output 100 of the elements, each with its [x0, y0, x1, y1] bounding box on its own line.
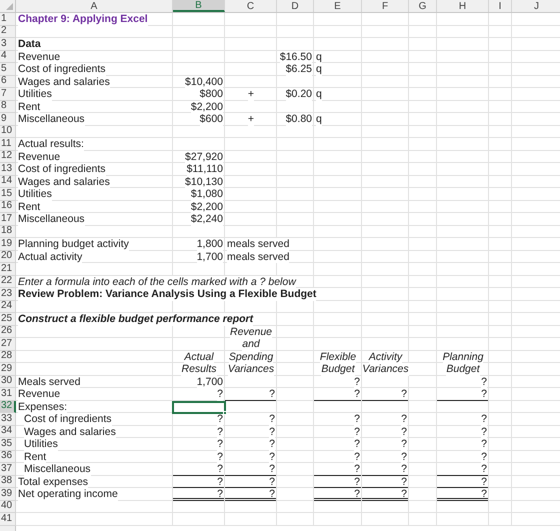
cell-text: Rent: [24, 450, 46, 463]
cell-text: $2,200: [190, 100, 223, 113]
cell-text: $2,200: [190, 200, 223, 213]
cell-text: ?: [401, 426, 407, 438]
row-header[interactable]: 37: [0, 463, 16, 476]
row-header[interactable]: 16: [0, 200, 16, 213]
cell-text: Revenue: [18, 150, 60, 163]
row-header[interactable]: 30: [0, 376, 16, 388]
cell-text: $10,400: [185, 76, 223, 88]
row-header[interactable]: 21: [0, 263, 16, 276]
cell-text: ?: [481, 450, 487, 463]
column-header[interactable]: C: [225, 0, 277, 12]
row-header[interactable]: 18: [0, 226, 16, 238]
cell-text: ?: [354, 438, 360, 450]
cell-text: Miscellaneous: [18, 113, 85, 126]
row-header[interactable]: 9: [0, 113, 16, 126]
cell-text: Cost of ingredients: [18, 163, 106, 176]
row-header[interactable]: 31: [0, 388, 16, 400]
cell-text: ?: [354, 450, 360, 463]
row-header[interactable]: 26: [0, 326, 16, 338]
row-header[interactable]: 10: [0, 126, 16, 138]
column-header[interactable]: J: [512, 0, 560, 12]
cell-text: ?: [481, 426, 487, 438]
cell-text: +: [248, 113, 254, 126]
row-header[interactable]: 7: [0, 88, 16, 100]
row-header[interactable]: 8: [0, 100, 16, 113]
cell-text: meals served: [227, 238, 290, 250]
cell-text: ?: [354, 376, 360, 388]
cell-text: ?: [269, 438, 275, 450]
cell-text: ?: [401, 413, 407, 426]
cell-text: $0.80: [286, 113, 312, 126]
row-header[interactable]: 2: [0, 26, 16, 38]
cell-text: Revenue: [18, 50, 60, 63]
cell-text: Actual activity: [18, 250, 82, 263]
row-header[interactable]: 33: [0, 413, 16, 426]
cell-text: ?: [401, 450, 407, 463]
cell-text: Net operating income: [18, 488, 118, 500]
cell-text: $800: [200, 88, 223, 100]
row-header[interactable]: 23: [0, 288, 16, 300]
row-header[interactable]: 22: [0, 276, 16, 288]
row-header[interactable]: 6: [0, 76, 16, 88]
cell-text: q: [316, 63, 322, 76]
row-header[interactable]: 19: [0, 238, 16, 250]
column-header[interactable]: B: [173, 0, 225, 12]
column-header[interactable]: D: [277, 0, 314, 12]
row-header[interactable]: 41: [0, 513, 16, 526]
cell-text: $6.25: [286, 63, 312, 76]
column-header[interactable]: G: [409, 0, 437, 12]
row-header[interactable]: 17: [0, 213, 16, 226]
row-header[interactable]: 36: [0, 450, 16, 463]
cell-text: Budget: [321, 363, 355, 376]
row-header[interactable]: 32: [0, 400, 16, 413]
row-header[interactable]: 15: [0, 188, 16, 200]
cell-text: $10,130: [185, 176, 223, 188]
cell-text: Meals served: [18, 376, 80, 388]
row-header[interactable]: 38: [0, 476, 16, 488]
cell-text: 1,700: [196, 376, 223, 388]
cell-text: Miscellaneous: [18, 213, 85, 226]
cell-text: ?: [269, 450, 275, 463]
row-header[interactable]: 28: [0, 350, 16, 363]
column-header[interactable]: I: [489, 0, 512, 12]
row-header[interactable]: 20: [0, 250, 16, 263]
cell-text: ?: [481, 413, 487, 426]
row-header[interactable]: 40: [0, 500, 16, 513]
column-header[interactable]: E: [314, 0, 362, 12]
cell-text: ?: [481, 438, 487, 450]
select-all-icon[interactable]: [6, 3, 13, 10]
cell-text: ?: [217, 450, 223, 463]
cell-text: Cost of ingredients: [24, 413, 112, 426]
cell-text: $16.50: [280, 50, 312, 63]
row-header[interactable]: 27: [0, 338, 16, 350]
row-header[interactable]: 4: [0, 50, 16, 63]
cell-text: +: [248, 88, 254, 100]
cell-text: Flexible: [320, 350, 356, 363]
row-header[interactable]: 34: [0, 426, 16, 438]
row-header[interactable]: 39: [0, 488, 16, 500]
row-header[interactable]: 24: [0, 300, 16, 313]
row-header[interactable]: 5: [0, 63, 16, 76]
row-header[interactable]: 25: [0, 313, 16, 326]
cell-text: ?: [354, 413, 360, 426]
column-header[interactable]: F: [362, 0, 409, 12]
row-header[interactable]: 13: [0, 163, 16, 176]
cell-text: meals served: [227, 250, 290, 263]
cell-text: Data: [18, 38, 41, 50]
row-header[interactable]: 3: [0, 38, 16, 50]
cell-text: Wages and salaries: [18, 176, 110, 188]
row-header[interactable]: 12: [0, 150, 16, 163]
column-header[interactable]: H: [437, 0, 489, 12]
row-header[interactable]: 35: [0, 438, 16, 450]
cell-cursor[interactable]: [172, 400, 226, 414]
row-header[interactable]: 1: [0, 13, 16, 26]
row-header[interactable]: 29: [0, 363, 16, 376]
cell-text: 1,800: [196, 238, 223, 250]
row-header[interactable]: 11: [0, 138, 16, 150]
cell-text: Utilities: [18, 88, 52, 100]
cell-text: Planning budget activity: [18, 238, 129, 250]
cell-text: Spending: [228, 350, 274, 363]
cell-text: Chapter 9: Applying Excel: [18, 13, 148, 26]
row-header[interactable]: 14: [0, 176, 16, 188]
cell-text: $0.20: [286, 88, 312, 100]
